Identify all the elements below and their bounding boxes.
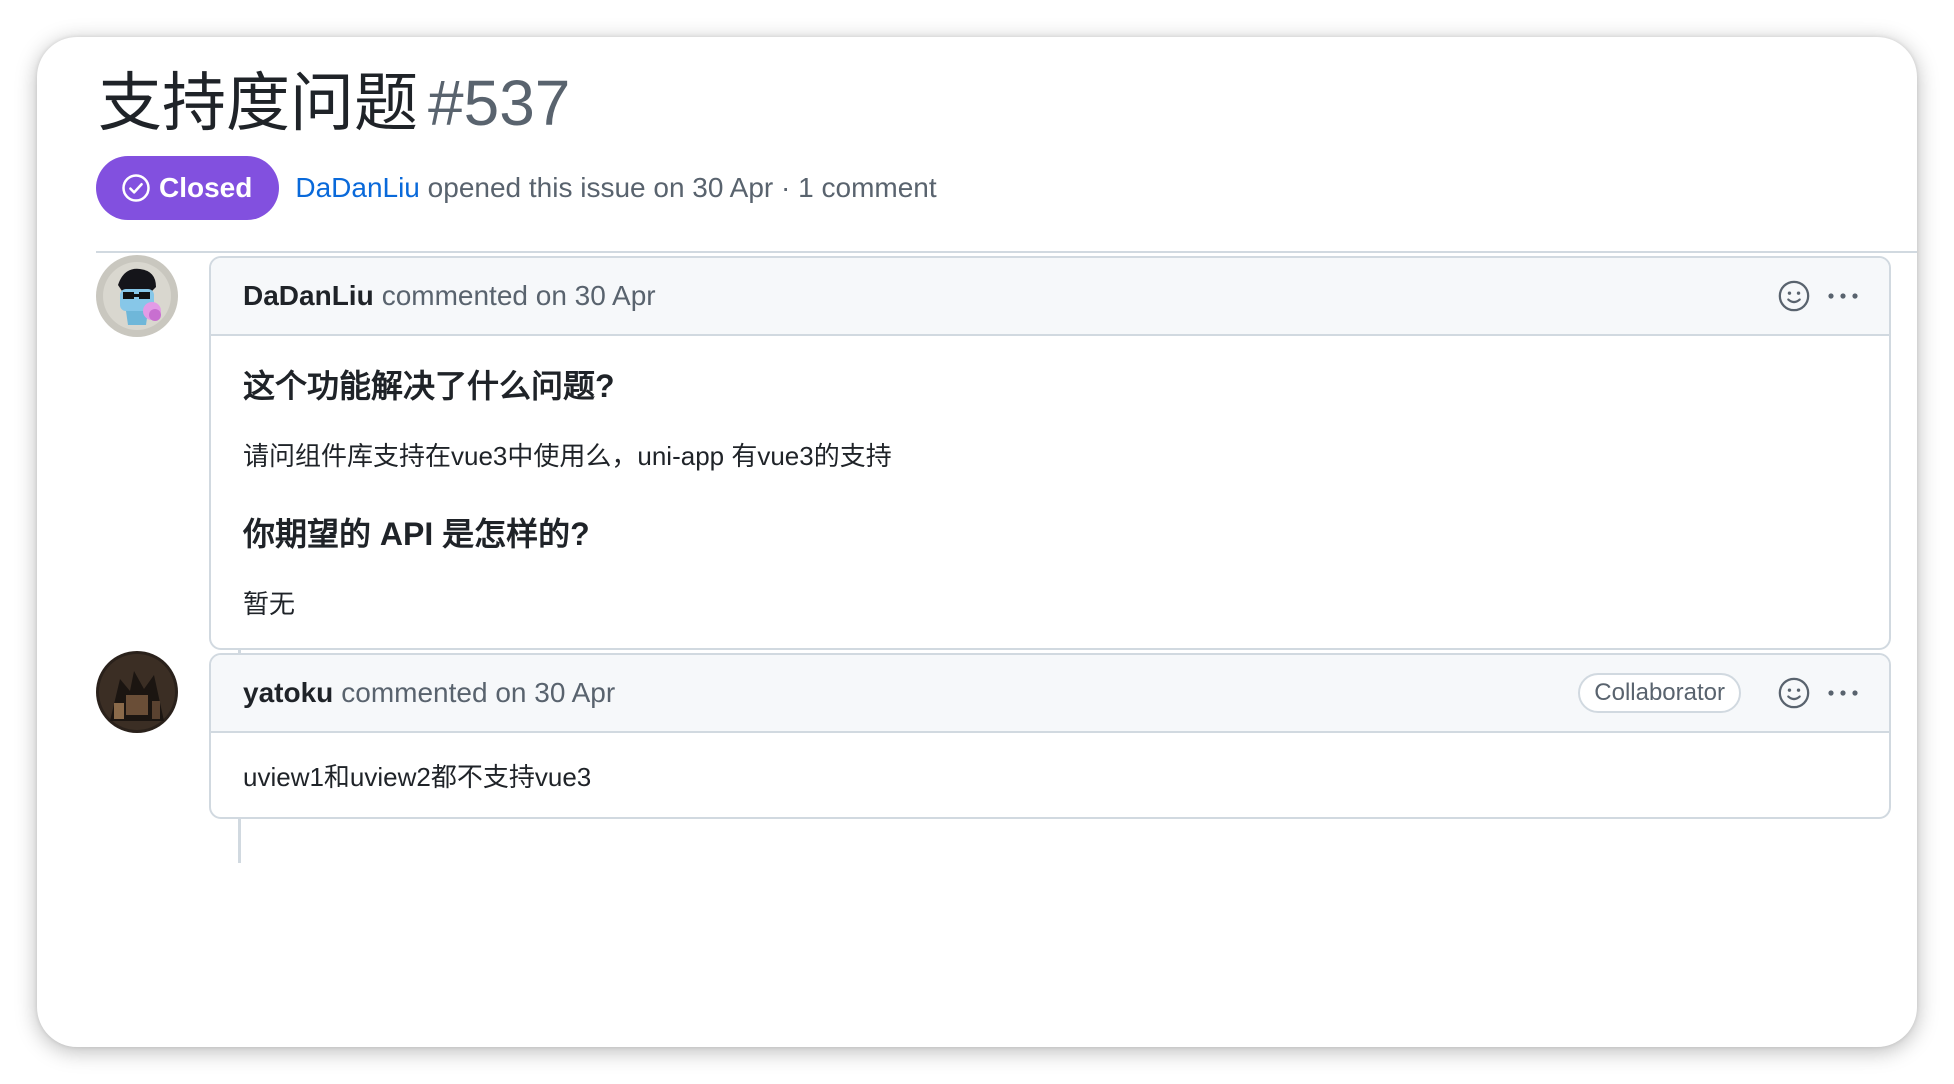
issue-author-link[interactable]: DaDanLiu xyxy=(295,172,420,203)
comment-paragraph: 暂无 xyxy=(243,588,296,619)
add-reaction-button[interactable] xyxy=(1777,676,1811,710)
comment-timestamp[interactable]: commented on 30 Apr xyxy=(382,280,656,312)
header-divider xyxy=(96,251,1917,253)
status-badge: Closed xyxy=(96,156,280,220)
comment-paragraph: 请问组件库支持在vue3中使用么，uni-app 有vue3的支持 xyxy=(243,440,892,471)
kebab-horizontal-icon xyxy=(1828,293,1858,299)
check-circle-icon xyxy=(122,174,150,202)
comment-paragraph: uview1和uview2都不支持vue3 xyxy=(243,762,592,792)
comment-header: yatoku commented on 30 Apr Collaborator xyxy=(211,655,1889,733)
more-options-button[interactable] xyxy=(1825,279,1861,313)
status-label: Closed xyxy=(159,172,253,203)
avatar[interactable] xyxy=(96,651,178,733)
comment-timestamp[interactable]: commented on 30 Apr xyxy=(341,677,615,709)
comment-heading: 你期望的 API 是怎样的? xyxy=(243,515,590,552)
comment-heading: 这个功能解决了什么问题? xyxy=(243,368,615,404)
comment-body: 这个功能解决了什么问题? 请问组件库支持在vue3中使用么，uni-app 有v… xyxy=(211,336,1889,648)
comment-card: DaDanLiu commented on 30 Apr 这个功能解决了什么问题… xyxy=(209,256,1891,650)
issue-meta-text: DaDanLiu opened this issue on 30 Apr · 1… xyxy=(295,172,936,204)
comment-author[interactable]: DaDanLiu xyxy=(243,280,374,312)
smiley-icon xyxy=(1778,280,1810,312)
issue-title-text: 支持度问题 xyxy=(98,67,418,139)
issue-opened-text: opened this issue on 30 Apr · 1 comment xyxy=(427,172,937,203)
issue-card: 支持度问题 #537 Closed DaDanLiu opened this is… xyxy=(37,37,1917,1047)
comment-header: DaDanLiu commented on 30 Apr xyxy=(211,258,1889,336)
collaborator-badge: Collaborator xyxy=(1578,673,1741,713)
comment-card: yatoku commented on 30 Apr Collaborator xyxy=(209,653,1891,820)
avatar[interactable] xyxy=(96,255,178,337)
kebab-horizontal-icon xyxy=(1828,690,1858,696)
comment-body: uview1和uview2都不支持vue3 xyxy=(211,733,1889,817)
smiley-icon xyxy=(1778,677,1810,709)
issue-number: #537 xyxy=(428,67,571,139)
add-reaction-button[interactable] xyxy=(1777,279,1811,313)
issue-meta: Closed DaDanLiu opened this issue on 30 … xyxy=(96,156,937,220)
issue-title: 支持度问题 #537 xyxy=(98,65,570,142)
comment-author[interactable]: yatoku xyxy=(243,677,333,709)
more-options-button[interactable] xyxy=(1825,676,1861,710)
